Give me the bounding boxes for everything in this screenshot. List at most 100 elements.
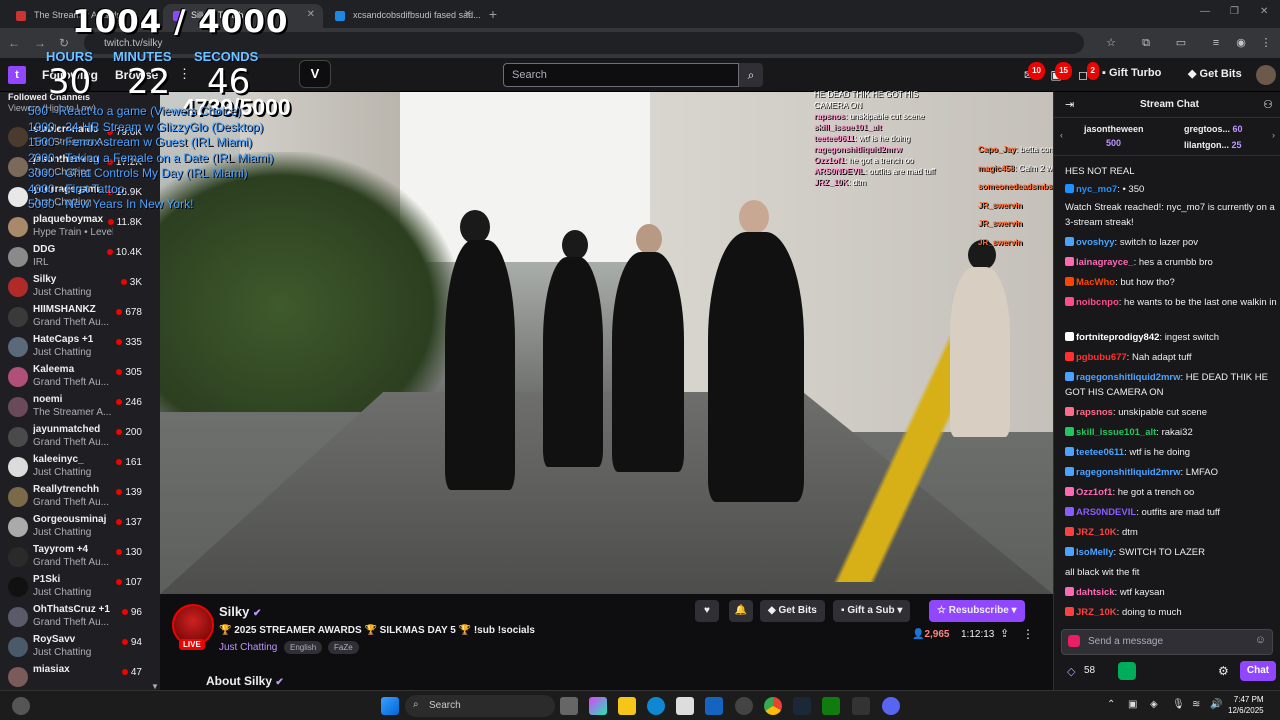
channel-name[interactable]: Silky ✔: [219, 604, 261, 619]
cast-icon[interactable]: ▭: [1173, 35, 1189, 51]
chat-message[interactable]: fortniteprodigy842: ingest switch: [1065, 330, 1277, 345]
chat-username[interactable]: nyc_mo7: [1076, 184, 1117, 195]
chat-message[interactable]: Watch Streak reached!: nyc_mo7 is curren…: [1065, 200, 1277, 230]
sidebar-channel-item[interactable]: HateCaps +1 Just Chatting 335: [0, 332, 160, 362]
chat-message[interactable]: IsoMelly: SWITCH TO LAZER: [1065, 545, 1277, 560]
user-avatar[interactable]: [1256, 65, 1276, 85]
sidebar-channel-item[interactable]: Gorgeousminaj Just Chatting 137: [0, 512, 160, 542]
sidebar-channel-item[interactable]: RoySavv Just Chatting 94: [0, 632, 160, 662]
chat-username[interactable]: ragegonshitliquid2mrw: [1076, 467, 1181, 478]
bonus-chest-icon[interactable]: [1118, 662, 1136, 680]
sidebar-channel-item[interactable]: HIIMSHANKZ Grand Theft Au... 678: [0, 302, 160, 332]
emote-picker-icon[interactable]: ☺: [1255, 634, 1266, 646]
maximize-icon[interactable]: ❐: [1230, 6, 1239, 17]
taskbar-search[interactable]: ⌕ Search: [405, 695, 555, 717]
channel-points-icon[interactable]: ◇: [1067, 665, 1075, 678]
chat-username[interactable]: skill_issue101_alt: [1076, 427, 1156, 438]
chat-username[interactable]: MacWho: [1076, 277, 1115, 288]
sidebar-channel-item[interactable]: OhThatsCruz +1 Grand Theft Au... 96: [0, 602, 160, 632]
store-icon[interactable]: [676, 697, 694, 715]
chat-username[interactable]: JRZ_10K: [1076, 607, 1117, 618]
chat-username[interactable]: noibcnpo: [1076, 297, 1119, 308]
wifi-icon[interactable]: ≋: [1192, 699, 1200, 710]
settings-app-icon[interactable]: [735, 697, 753, 715]
close-tab-icon[interactable]: ✕: [307, 9, 315, 20]
widgets-icon[interactable]: [12, 697, 30, 715]
xbox-icon[interactable]: [822, 697, 840, 715]
chat-username[interactable]: ragegonshitliquid2mrw: [1076, 372, 1181, 383]
file-explorer-icon[interactable]: [618, 697, 636, 715]
chat-username[interactable]: JRZ_10K: [1076, 527, 1117, 538]
edge-icon[interactable]: [647, 697, 665, 715]
gift-sub-button[interactable]: ▪ Gift a Sub ▾: [833, 600, 911, 622]
sidebar-channel-item[interactable]: noemi The Streamer A... 246: [0, 392, 160, 422]
chat-username[interactable]: fortniteprodigy842: [1076, 332, 1159, 343]
chat-message[interactable]: all black wit the fit: [1065, 565, 1277, 580]
category-link[interactable]: Just Chatting: [219, 642, 277, 653]
close-tab-icon[interactable]: ✕: [464, 9, 472, 20]
chat-username[interactable]: rapsnos: [1076, 407, 1113, 418]
tray-chevron-icon[interactable]: ⌃: [1107, 699, 1115, 710]
menu-icon[interactable]: ⋮: [1258, 35, 1274, 51]
extensions-icon[interactable]: ⧉: [1138, 35, 1154, 51]
chat-username[interactable]: pgbubu677: [1076, 352, 1127, 363]
sidebar-channel-item[interactable]: Kaleema Grand Theft Au... 305: [0, 362, 160, 392]
profile-icon[interactable]: ◉: [1233, 35, 1249, 51]
chat-message[interactable]: dahtsick: wtf kaysan: [1065, 585, 1277, 600]
twitch-logo-icon[interactable]: t: [8, 66, 26, 84]
tag-faze[interactable]: FaZe: [328, 641, 359, 654]
task-view-icon[interactable]: [560, 697, 578, 715]
tray-app-icon[interactable]: ▣: [1128, 699, 1137, 710]
chat-message[interactable]: skill_issue101_alt: rakai32: [1065, 425, 1277, 440]
volume-icon[interactable]: 🔊: [1210, 699, 1222, 710]
chat-message[interactable]: rapsnos: unskipable cut scene: [1065, 405, 1277, 420]
sidebar-channel-item[interactable]: DDG IRL 10.4K: [0, 242, 160, 272]
close-window-icon[interactable]: ✕: [1260, 6, 1268, 17]
sidebar-channel-item[interactable]: plaqueboymaxHype Train • Level 311.8K: [0, 212, 160, 242]
share-icon[interactable]: ⇪: [1000, 627, 1009, 640]
mail-icon[interactable]: [705, 697, 723, 715]
discord-icon[interactable]: [882, 697, 900, 715]
resubscribe-button[interactable]: ☆ Resubscribe ▾: [929, 600, 1025, 622]
gifter-item[interactable]: lilantgon... 25: [1184, 140, 1242, 150]
collapse-chat-icon[interactable]: ⇥: [1065, 98, 1074, 111]
sidebar-channel-item[interactable]: kaleeinyc_ Just Chatting 161: [0, 452, 160, 482]
more-options-icon[interactable]: ⋮: [178, 66, 191, 82]
gifters-next-icon[interactable]: ›: [1272, 130, 1275, 140]
microphone-icon[interactable]: 🎙: [1172, 699, 1185, 710]
search-input[interactable]: Search: [503, 63, 739, 87]
gifter-item[interactable]: jasontheween: [1084, 124, 1144, 134]
bookmark-star-icon[interactable]: ☆: [1103, 35, 1119, 51]
chat-username[interactable]: teetee0611: [1076, 447, 1124, 458]
get-bits-button[interactable]: ◆ Get Bits: [1188, 67, 1242, 80]
copilot-icon[interactable]: [589, 697, 607, 715]
media-icon[interactable]: ≡: [1208, 35, 1224, 51]
chat-message[interactable]: ovoshyy: switch to lazer pov: [1065, 235, 1277, 250]
get-bits-button[interactable]: ◆ Get Bits: [760, 600, 825, 622]
chat-message[interactable]: ragegonshitliquid2mrw: HE DEAD THIK HE G…: [1065, 370, 1277, 400]
gifter-item[interactable]: gregtoos... 60: [1184, 124, 1243, 134]
chat-badge-icon[interactable]: [1068, 635, 1080, 647]
gifters-prev-icon[interactable]: ‹: [1060, 130, 1063, 140]
community-icon[interactable]: ⚇: [1263, 98, 1273, 111]
back-icon[interactable]: ←: [6, 35, 22, 51]
tray-app-icon[interactable]: ◈: [1150, 699, 1158, 710]
chat-message[interactable]: pgbubu677: Nah adapt tuff: [1065, 350, 1277, 365]
chat-message[interactable]: ragegonshitliquid2mrw: LMFAO: [1065, 465, 1277, 480]
steam-icon[interactable]: [793, 697, 811, 715]
chat-message[interactable]: JRZ_10K: doing to much: [1065, 605, 1277, 620]
new-tab-button[interactable]: +: [485, 6, 501, 22]
notifications-bell-icon[interactable]: 🔔: [729, 600, 753, 622]
chat-settings-icon[interactable]: ⚙: [1218, 664, 1229, 678]
follow-heart-icon[interactable]: ♥: [695, 600, 719, 622]
chat-username[interactable]: lainagrayce_: [1076, 257, 1134, 268]
drops-icon[interactable]: ▣15: [1048, 62, 1072, 83]
search-icon[interactable]: ⌕: [739, 63, 763, 87]
sidebar-channel-item[interactable]: jayunmatched Grand Theft Au... 200: [0, 422, 160, 452]
chat-message[interactable]: ARS0NDEVIL: outfits are mad tuff: [1065, 505, 1277, 520]
chat-username[interactable]: dahtsick: [1076, 587, 1115, 598]
chat-username[interactable]: ovoshyy: [1076, 237, 1115, 248]
chat-message[interactable]: JRZ_10K: dtm: [1065, 525, 1277, 540]
start-icon[interactable]: [381, 697, 399, 715]
chat-send-button[interactable]: Chat: [1240, 661, 1276, 681]
